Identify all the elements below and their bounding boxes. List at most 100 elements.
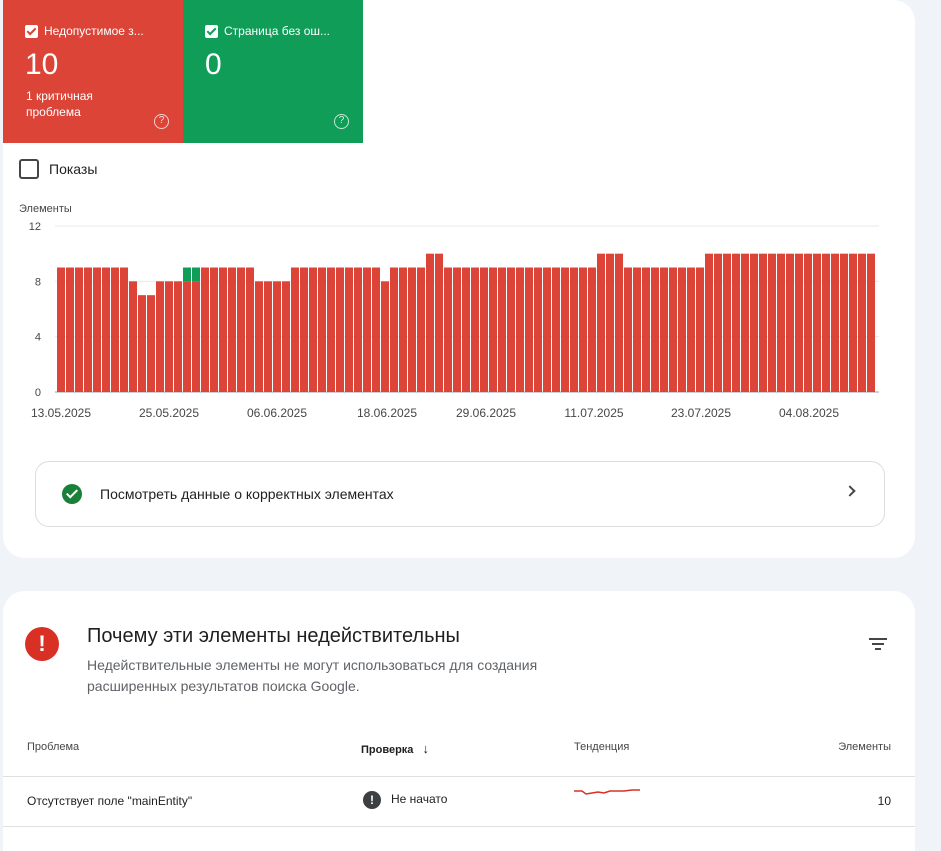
filter-icon[interactable] [869,638,887,652]
bar [219,267,227,392]
bar [795,253,803,392]
bar [534,267,542,392]
bar [498,267,506,392]
x-tick-label: 13.05.2025 [31,406,91,420]
x-tick-label: 23.07.2025 [671,406,731,420]
impressions-toggle[interactable]: Показы [19,159,97,179]
bar [786,253,794,392]
bar [156,281,164,392]
bar [597,253,605,392]
y-tick-label: 12 [29,221,41,233]
bar [804,253,812,392]
bar [66,267,74,392]
bar [714,253,722,392]
col-problem[interactable]: Проблема [27,741,79,753]
bar [381,281,389,392]
bar [831,253,839,392]
bar [732,253,740,392]
invalid-items-tile[interactable]: Недопустимое з... 10 1 критичная проблем… [3,0,183,143]
bar [111,267,119,392]
help-icon[interactable]: ? [334,114,349,129]
bar [255,281,263,392]
bar [327,267,335,392]
issues-title: Почему эти элементы недействительны [87,625,460,647]
bar [300,267,308,392]
bar [849,253,857,392]
col-trend[interactable]: Тенденция [574,741,629,753]
bar [183,267,191,282]
x-tick-label: 06.06.2025 [247,406,307,420]
bar [462,267,470,392]
bar [678,267,686,392]
valid-items-tile[interactable]: Страница без ош... 0 ? [183,0,363,143]
checkbox-checked-icon[interactable] [205,24,218,38]
bar [624,267,632,392]
bar [453,267,461,392]
row-problem: Отсутствует поле "mainEntity" [27,794,193,808]
bar [246,267,254,392]
bar [552,267,560,392]
issues-description: Недействительные элементы не могут испол… [87,657,538,694]
bar-chart-svg: 0 4 8 12 13.05.2025 25.05.2025 06.06.2025 18.06… [29,221,879,420]
summary-card: Недопустимое з... 10 1 критичная проблем… [3,0,915,558]
bar [669,267,677,392]
bar [867,253,875,392]
checkbox-checked-icon[interactable] [25,24,38,38]
check-circle-icon [62,484,82,504]
bar [399,267,407,392]
bar [201,267,209,392]
bar [282,281,290,392]
bar [309,267,317,392]
valid-tile-label: Страница без ош... [224,24,331,38]
x-tick-label: 25.05.2025 [139,406,199,420]
bar [750,253,758,392]
bar [579,267,587,392]
bar [777,253,785,392]
bar [759,253,767,392]
x-tick-label: 18.06.2025 [357,406,417,420]
bar [741,253,749,392]
bar [165,281,173,392]
table-header: Проблема Проверка ↓ Тенденция Элементы [3,739,915,777]
bar [174,281,182,392]
bar [489,267,497,392]
bar [480,267,488,392]
row-items-count: 10 [877,794,891,808]
x-tick-label: 29.06.2025 [456,406,516,420]
view-valid-items-link[interactable]: Посмотреть данные о корректных элементах [35,461,885,527]
col-items[interactable]: Элементы [838,741,891,753]
bar [543,267,551,392]
bar [426,253,434,392]
bar [633,267,641,392]
bar [615,253,623,392]
bar [588,267,596,392]
valid-tile-header: Страница без ош... [205,24,330,38]
bar [75,267,83,392]
bar [723,253,731,392]
help-icon[interactable]: ? [154,114,169,129]
bar [273,281,281,392]
col-check-label: Проверка [361,744,414,756]
table-row[interactable]: Отсутствует поле "mainEntity" ! Не начато… [3,777,915,827]
bar [660,267,668,392]
bar [651,267,659,392]
invalid-count: 10 [25,48,59,81]
bar [687,267,695,392]
bar [570,267,578,392]
bar [696,267,704,392]
checkbox-unchecked-icon[interactable] [19,159,39,179]
bar [210,267,218,392]
bar [84,267,92,392]
row-status-label: Не начато [391,792,448,807]
bar [408,267,416,392]
col-check[interactable]: Проверка ↓ [361,741,429,756]
invalid-tile-header: Недопустимое з... [25,24,144,38]
bar [228,267,236,392]
bar [390,267,398,392]
bar [471,267,479,392]
critical-issues-note: 1 критичная проблема [26,89,93,119]
bar [102,267,110,392]
y-tick-label: 0 [35,387,41,399]
chevron-right-icon [844,485,856,497]
invalid-tile-label: Недопустимое з... [44,24,144,38]
